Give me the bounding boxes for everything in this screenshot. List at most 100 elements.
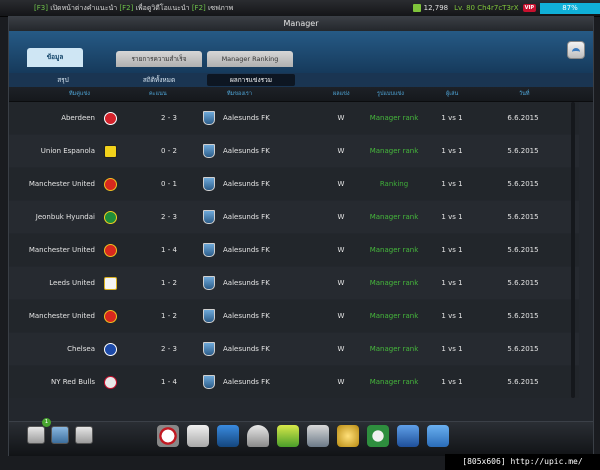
money-amount: 12,798: [423, 4, 449, 12]
basket-icon[interactable]: [427, 425, 449, 447]
our-team-name: Aalesunds FK: [223, 180, 270, 188]
bottom-dock: 1: [9, 418, 593, 456]
match-date: 5.6.2015: [507, 147, 539, 155]
table-row[interactable]: Union Espanola 0 - 2 Aalesunds FK W Mana…: [9, 135, 579, 167]
list-scrollbar[interactable]: [571, 102, 575, 398]
subtab-summary[interactable]: สรุป: [33, 74, 93, 86]
match-type: Manager rank: [369, 114, 419, 122]
tab-achievements[interactable]: รายการความสำเร็จ: [116, 51, 202, 67]
our-team-name: Aalesunds FK: [223, 246, 270, 254]
column-header: ทีมคู่แข่ง คะแนน ทีมของเรา ผลแข่ง รูปแบบ…: [9, 87, 593, 102]
table-row[interactable]: Chelsea 2 - 3 Aalesunds FK W Manager ran…: [9, 333, 579, 365]
our-team-name: Aalesunds FK: [223, 147, 270, 155]
coin-icon[interactable]: [337, 425, 359, 447]
kit-icon[interactable]: [187, 425, 209, 447]
opponent-name: NY Red Bulls: [50, 378, 95, 386]
match-score: 1 - 2: [161, 312, 177, 320]
col-match-type[interactable]: รูปแบบแข่ง: [377, 90, 404, 98]
manager-level[interactable]: Lv. 80 Ch4r7cT3rX: [454, 4, 518, 12]
opponent-crest-icon: [104, 277, 117, 290]
opponent-name: Union Espanola: [40, 147, 95, 155]
match-score: 0 - 1: [161, 180, 177, 188]
our-crest-icon: [203, 177, 215, 191]
opponent-crest-icon: [104, 343, 117, 356]
opponent-name: Manchester United: [28, 312, 95, 320]
match-result: W: [337, 213, 345, 221]
match-date: 5.6.2015: [507, 213, 539, 221]
ball-icon[interactable]: [157, 425, 179, 447]
match-result: W: [337, 180, 345, 188]
watermark: [805x606] http://upic.me/: [445, 454, 600, 470]
envelope-button[interactable]: [75, 426, 93, 444]
sub-tabs: สรุป สถิติทั้งหมด ผลการแข่งรวม: [9, 73, 593, 87]
cloud-icon: [572, 48, 580, 56]
match-score: 1 - 4: [161, 378, 177, 386]
our-team-name: Aalesunds FK: [223, 312, 270, 320]
table-row[interactable]: Leeds United 1 - 2 Aalesunds FK W Manage…: [9, 267, 579, 299]
opponent-name: Chelsea: [67, 345, 95, 353]
subtab-match-results[interactable]: ผลการแข่งรวม: [207, 74, 295, 86]
table-row[interactable]: Aberdeen 2 - 3 Aalesunds FK W Manager ra…: [9, 102, 579, 134]
help-hints: [F3] เปิดหน้าต่างคำแนะนำ [F2] เพื่อดูวิด…: [34, 3, 233, 14]
chat-button[interactable]: [51, 426, 69, 444]
match-date: 5.6.2015: [507, 180, 539, 188]
subtab-all-stats[interactable]: สถิติทั้งหมด: [119, 74, 199, 86]
match-score: 2 - 3: [161, 213, 177, 221]
col-our-team[interactable]: ทีมของเรา: [227, 90, 252, 98]
match-format: 1 vs 1: [441, 345, 463, 353]
notification-badge: 1: [42, 418, 51, 427]
match-list: Aberdeen 2 - 3 Aalesunds FK W Manager ra…: [9, 102, 579, 418]
match-type: Manager rank: [369, 246, 419, 254]
our-crest-icon: [203, 210, 215, 224]
opponent-name: Leeds United: [49, 279, 95, 287]
hotkey-screenshot: [F2]: [191, 4, 206, 12]
col-players[interactable]: ผู้เล่น: [446, 90, 458, 98]
our-team-name: Aalesunds FK: [223, 114, 270, 122]
match-type: Ranking: [379, 180, 409, 188]
opponent-crest-icon: [104, 112, 117, 125]
tab-header: ข้อมูล รายการความสำเร็จ Manager Ranking …: [9, 31, 593, 87]
col-score[interactable]: คะแนน: [149, 90, 167, 98]
opponent-name: Jeonbuk Hyundai: [35, 213, 95, 221]
boot-icon[interactable]: [217, 425, 239, 447]
our-crest-icon: [203, 375, 215, 389]
hotkey-f2: [F2]: [119, 4, 134, 12]
stats-icon[interactable]: [397, 425, 419, 447]
our-crest-icon: [203, 276, 215, 290]
mail-button[interactable]: [27, 426, 45, 444]
match-type: Manager rank: [369, 312, 419, 320]
money-icon: [412, 4, 421, 12]
match-score: 1 - 2: [161, 279, 177, 287]
opponent-crest-icon: [104, 244, 117, 257]
trophy-icon[interactable]: [247, 425, 269, 447]
opponent-crest-icon: [104, 145, 117, 158]
our-team-name: Aalesunds FK: [223, 213, 270, 221]
card-pack-icon[interactable]: [307, 425, 329, 447]
our-crest-icon: [203, 309, 215, 323]
league-badge-icon[interactable]: [367, 425, 389, 447]
our-crest-icon: [203, 144, 215, 158]
table-row[interactable]: Manchester United 1 - 4 Aalesunds FK W M…: [9, 234, 579, 266]
table-row[interactable]: Manchester United 1 - 2 Aalesunds FK W M…: [9, 300, 579, 332]
col-date[interactable]: วันที่: [519, 90, 529, 98]
tab-info[interactable]: ข้อมูล: [27, 48, 83, 67]
match-format: 1 vs 1: [441, 147, 463, 155]
col-result[interactable]: ผลแข่ง: [333, 90, 350, 98]
our-team-name: Aalesunds FK: [223, 378, 270, 386]
table-row[interactable]: Jeonbuk Hyundai 2 - 3 Aalesunds FK W Man…: [9, 201, 579, 233]
tab-manager-ranking[interactable]: Manager Ranking: [207, 51, 293, 67]
match-result: W: [337, 246, 345, 254]
col-opponent[interactable]: ทีมคู่แข่ง: [69, 90, 90, 98]
table-row[interactable]: NY Red Bulls 1 - 4 Aalesunds FK W Manage…: [9, 366, 579, 398]
cloud-button[interactable]: [567, 41, 585, 59]
table-row[interactable]: Manchester United 0 - 1 Aalesunds FK W R…: [9, 168, 579, 200]
opponent-crest-icon: [104, 376, 117, 389]
cone-icon[interactable]: [277, 425, 299, 447]
match-type: Manager rank: [369, 378, 419, 386]
match-score: 0 - 2: [161, 147, 177, 155]
match-format: 1 vs 1: [441, 180, 463, 188]
screenshot-hint-text: เซฟภาพ: [208, 4, 234, 12]
our-crest-icon: [203, 243, 215, 257]
match-format: 1 vs 1: [441, 213, 463, 221]
video-hint-text: เพื่อดูวิดีโอแนะนำ: [135, 4, 190, 12]
